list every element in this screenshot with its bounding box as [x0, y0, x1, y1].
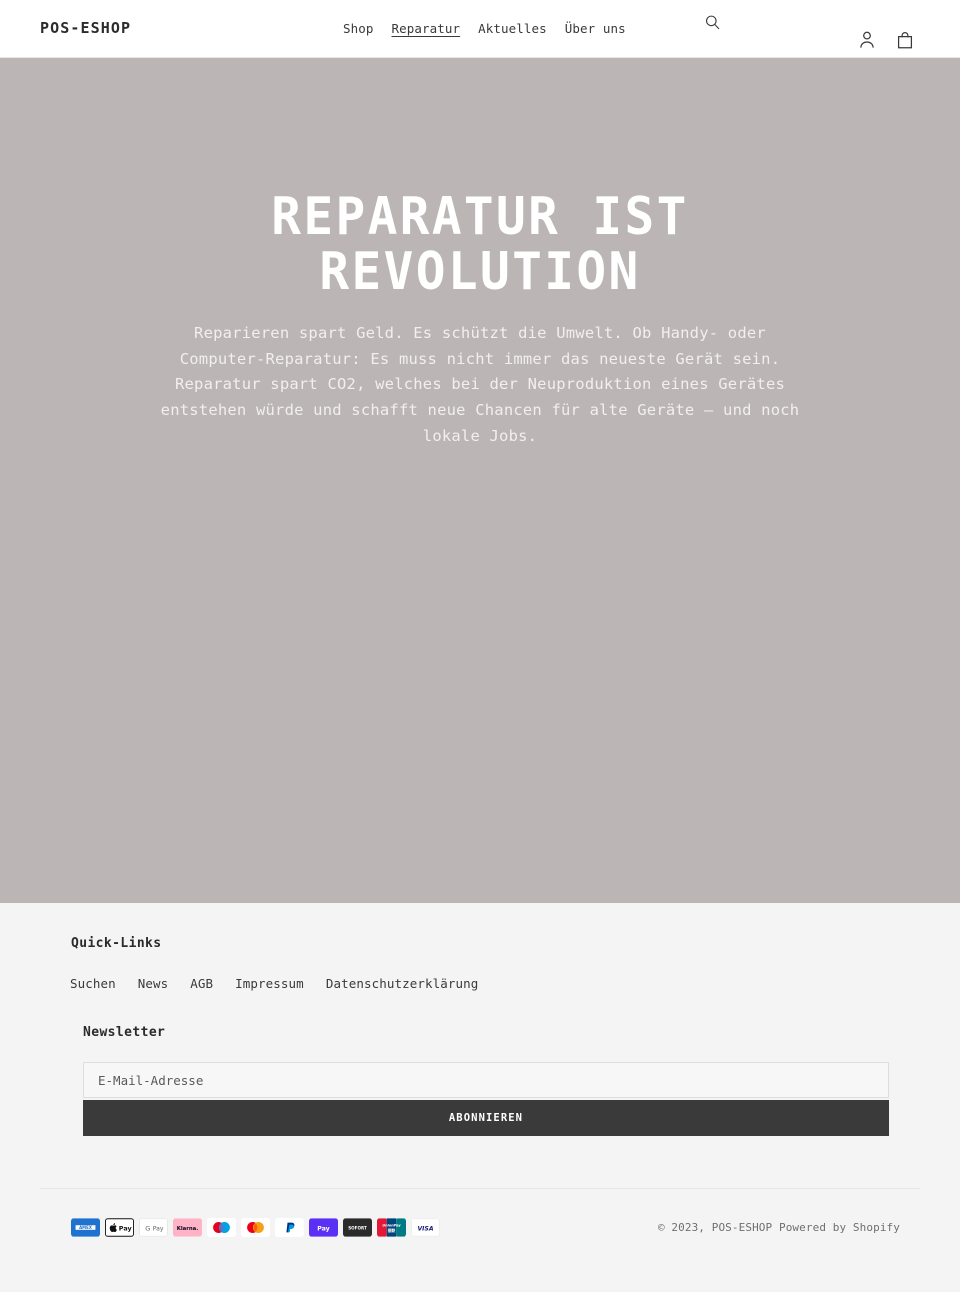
search-icon — [705, 15, 719, 29]
shop-pay-icon: Pay — [309, 1218, 338, 1237]
klarna-icon: Klarna. — [173, 1218, 202, 1237]
quick-link-item: Impressum — [235, 973, 304, 992]
payment-icon-shop-pay: Pay — [309, 1218, 338, 1237]
nav-item-aktuelles[interactable]: Aktuelles — [478, 21, 547, 38]
svg-text:Pay: Pay — [153, 1226, 164, 1233]
nav-item-ueber-uns[interactable]: Über uns — [565, 21, 626, 38]
union-pay-icon: UnionPay 银联 — [377, 1218, 406, 1237]
hero-banner: REPARATUR IST REVOLUTION Reparieren spar… — [0, 58, 960, 903]
sofort-icon: SOFORT — [343, 1218, 372, 1237]
newsletter-heading: Newsletter — [83, 1025, 166, 1040]
search-button[interactable]: Suchen — [700, 10, 724, 34]
payment-icon-google-pay: G Pay — [139, 1218, 168, 1237]
shopping-cart-bag-icon — [897, 32, 913, 49]
quick-links-heading: Quick-Links — [71, 936, 162, 951]
header-actions: Einloggen Warenkorb — [856, 29, 916, 51]
newsletter-subscribe-button[interactable]: ABONNIEREN — [83, 1100, 889, 1136]
copyright-text: © 2023, POS-ESHOP — [657, 1221, 773, 1234]
header-inner: POS-ESHOP Shop Reparatur Aktuelles Über … — [0, 0, 960, 58]
quick-link-item: Datenschutzerklärung — [326, 973, 479, 992]
newsletter-section: Newsletter ABONNIEREN — [83, 1025, 889, 1136]
quick-link-suchen[interactable]: Suchen — [70, 976, 116, 991]
svg-text:SOFORT: SOFORT — [348, 1226, 367, 1231]
svg-text:VISA: VISA — [417, 1226, 433, 1233]
payment-icon-apple-pay: Pay — [105, 1218, 134, 1237]
site-logo[interactable]: POS-ESHOP — [40, 19, 131, 37]
quick-link-impressum[interactable]: Impressum — [235, 976, 304, 991]
site-header: POS-ESHOP Shop Reparatur Aktuelles Über … — [0, 0, 960, 58]
powered-by-shopify-link[interactable]: Powered by Shopify — [779, 1221, 900, 1234]
quick-link-news[interactable]: News — [138, 976, 169, 991]
nav-item-shop[interactable]: Shop — [343, 21, 374, 38]
svg-text:Pay: Pay — [317, 1226, 330, 1233]
quick-links-list: Suchen News AGB Impressum Datenschutzerk… — [70, 973, 478, 992]
account-button[interactable]: Einloggen — [856, 29, 878, 51]
payment-icon-paypal — [275, 1218, 304, 1237]
footer-inner: Quick-Links Suchen News AGB Impressum Da… — [0, 903, 960, 1292]
footer-bottom-bar: AMEX Pay G Pay Klarna. Pay SOFORT UnionP… — [40, 1188, 920, 1292]
payment-icon-union-pay: UnionPay 银联 — [377, 1218, 406, 1237]
payment-icon-american-express: AMEX — [71, 1218, 100, 1237]
payment-icon-mastercard — [241, 1218, 270, 1237]
site-footer: Quick-Links Suchen News AGB Impressum Da… — [0, 903, 960, 1292]
svg-text:Pay: Pay — [119, 1225, 133, 1233]
hero-title: REPARATUR IST REVOLUTION — [271, 187, 689, 302]
google-pay-icon: G Pay — [139, 1218, 168, 1237]
svg-text:AMEX: AMEX — [79, 1225, 92, 1230]
nav-item-reparatur[interactable]: Reparatur — [392, 21, 461, 38]
quick-link-agb[interactable]: AGB — [190, 976, 213, 991]
apple-pay-icon: Pay — [105, 1218, 134, 1237]
cart-button[interactable]: Warenkorb — [894, 29, 916, 51]
quick-link-item: Suchen — [70, 973, 116, 992]
newsletter-email-input[interactable] — [83, 1062, 889, 1098]
maestro-icon — [207, 1218, 236, 1237]
american-express-icon: AMEX — [71, 1218, 100, 1237]
svg-text:G: G — [145, 1225, 150, 1233]
payment-icon-visa: VISA — [411, 1218, 440, 1237]
hero-paragraph-2: Reparatur spart CO2, welches bei der Neu… — [160, 375, 800, 445]
payment-methods-list: AMEX Pay G Pay Klarna. Pay SOFORT UnionP… — [71, 1218, 440, 1237]
payment-icon-sofort: SOFORT — [343, 1218, 372, 1237]
svg-text:Klarna.: Klarna. — [177, 1226, 199, 1232]
account-person-icon — [860, 31, 874, 48]
main-navigation: Shop Reparatur Aktuelles Über uns — [343, 21, 626, 38]
paypal-icon — [275, 1218, 304, 1237]
hero-content: REPARATUR IST REVOLUTION Reparieren spar… — [0, 190, 960, 449]
quick-link-item: AGB — [190, 973, 213, 992]
visa-icon: VISA — [411, 1218, 440, 1237]
footer-copyright: © 2023, POS-ESHOP Powered by Shopify — [658, 1221, 900, 1234]
hero-paragraph-1: Reparieren spart Geld. Es schützt die Um… — [179, 324, 781, 368]
svg-text:UnionPay: UnionPay — [382, 1224, 401, 1228]
payment-icon-maestro — [207, 1218, 236, 1237]
svg-text:银联: 银联 — [388, 1228, 396, 1233]
quick-link-datenschutzerklaerung[interactable]: Datenschutzerklärung — [326, 976, 479, 991]
payment-icon-klarna: Klarna. — [173, 1218, 202, 1237]
mastercard-icon — [241, 1218, 270, 1237]
quick-link-item: News — [138, 973, 169, 992]
